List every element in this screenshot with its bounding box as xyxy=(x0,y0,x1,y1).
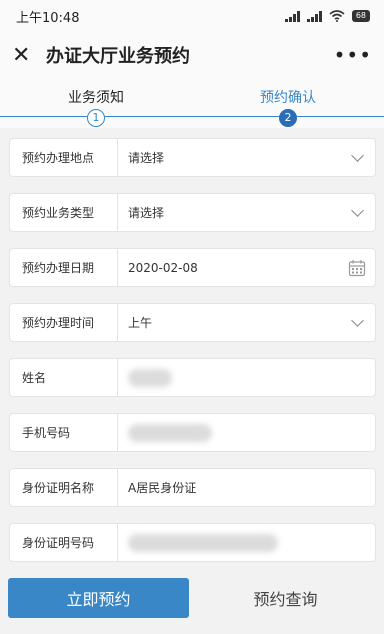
type-value: 请选择 xyxy=(128,206,165,220)
signal-icon-2 xyxy=(306,10,322,22)
location-select[interactable]: 预约办理地点 请选择 xyxy=(9,138,376,177)
location-label: 预约办理地点 xyxy=(10,139,118,176)
status-icons: 68 xyxy=(284,10,370,22)
time-label: 预约办理时间 xyxy=(10,304,118,341)
submit-reservation-button[interactable]: 立即预约 xyxy=(8,578,189,618)
name-label: 姓名 xyxy=(10,359,118,396)
time-select[interactable]: 预约办理时间 上午 xyxy=(9,303,376,342)
step-1-label: 业务须知 xyxy=(68,90,124,106)
close-icon[interactable]: ✕ xyxy=(12,43,40,68)
battery-icon: 68 xyxy=(351,10,370,22)
query-reservation-button[interactable]: 预约查询 xyxy=(195,578,376,618)
date-value: 2020-02-08 xyxy=(128,260,198,275)
id-number-field[interactable]: 身份证明号码 xyxy=(9,523,376,562)
location-value: 请选择 xyxy=(128,151,165,165)
page-title: 办证大厅业务预约 xyxy=(46,46,190,67)
phone-label: 手机号码 xyxy=(10,414,118,451)
type-select[interactable]: 预约业务类型 请选择 xyxy=(9,193,376,232)
id-type-field[interactable]: 身份证明名称 A居民身份证 xyxy=(9,468,376,507)
time-value: 上午 xyxy=(128,316,153,330)
redacted-id-number xyxy=(128,533,278,552)
date-label: 预约办理日期 xyxy=(10,249,118,286)
name-field[interactable]: 姓名 xyxy=(9,358,376,397)
step-1-number: 1 xyxy=(87,109,105,127)
more-icon[interactable]: ••• xyxy=(334,43,372,67)
step-2-label: 预约确认 xyxy=(260,90,316,106)
chevron-down-icon xyxy=(339,203,375,217)
phone-input[interactable] xyxy=(118,423,375,442)
step-2-number: 2 xyxy=(279,109,297,127)
wifi-icon xyxy=(329,10,345,22)
id-number-input[interactable] xyxy=(118,533,375,552)
redacted-name xyxy=(128,368,172,387)
phone-field[interactable]: 手机号码 xyxy=(9,413,376,452)
id-type-label: 身份证明名称 xyxy=(10,469,118,506)
step-indicator: 业务须知 1 预约确认 2 xyxy=(0,78,384,128)
redacted-phone xyxy=(128,423,212,442)
id-number-label: 身份证明号码 xyxy=(10,524,118,561)
chevron-down-icon xyxy=(339,313,375,327)
type-label: 预约业务类型 xyxy=(10,194,118,231)
status-bar: 上午10:48 68 xyxy=(0,0,384,32)
date-picker[interactable]: 预约办理日期 2020-02-08 xyxy=(9,248,376,287)
nav-bar: ✕ 办证大厅业务预约 ••• xyxy=(0,32,384,78)
signal-icon xyxy=(284,10,300,22)
chevron-down-icon xyxy=(339,148,375,162)
step-1[interactable]: 业务须知 1 xyxy=(36,90,156,127)
id-type-value: A居民身份证 xyxy=(128,481,197,495)
status-time: 上午10:48 xyxy=(16,10,80,26)
step-2[interactable]: 预约确认 2 xyxy=(228,90,348,127)
calendar-icon[interactable] xyxy=(339,259,375,277)
name-input[interactable] xyxy=(118,368,375,387)
